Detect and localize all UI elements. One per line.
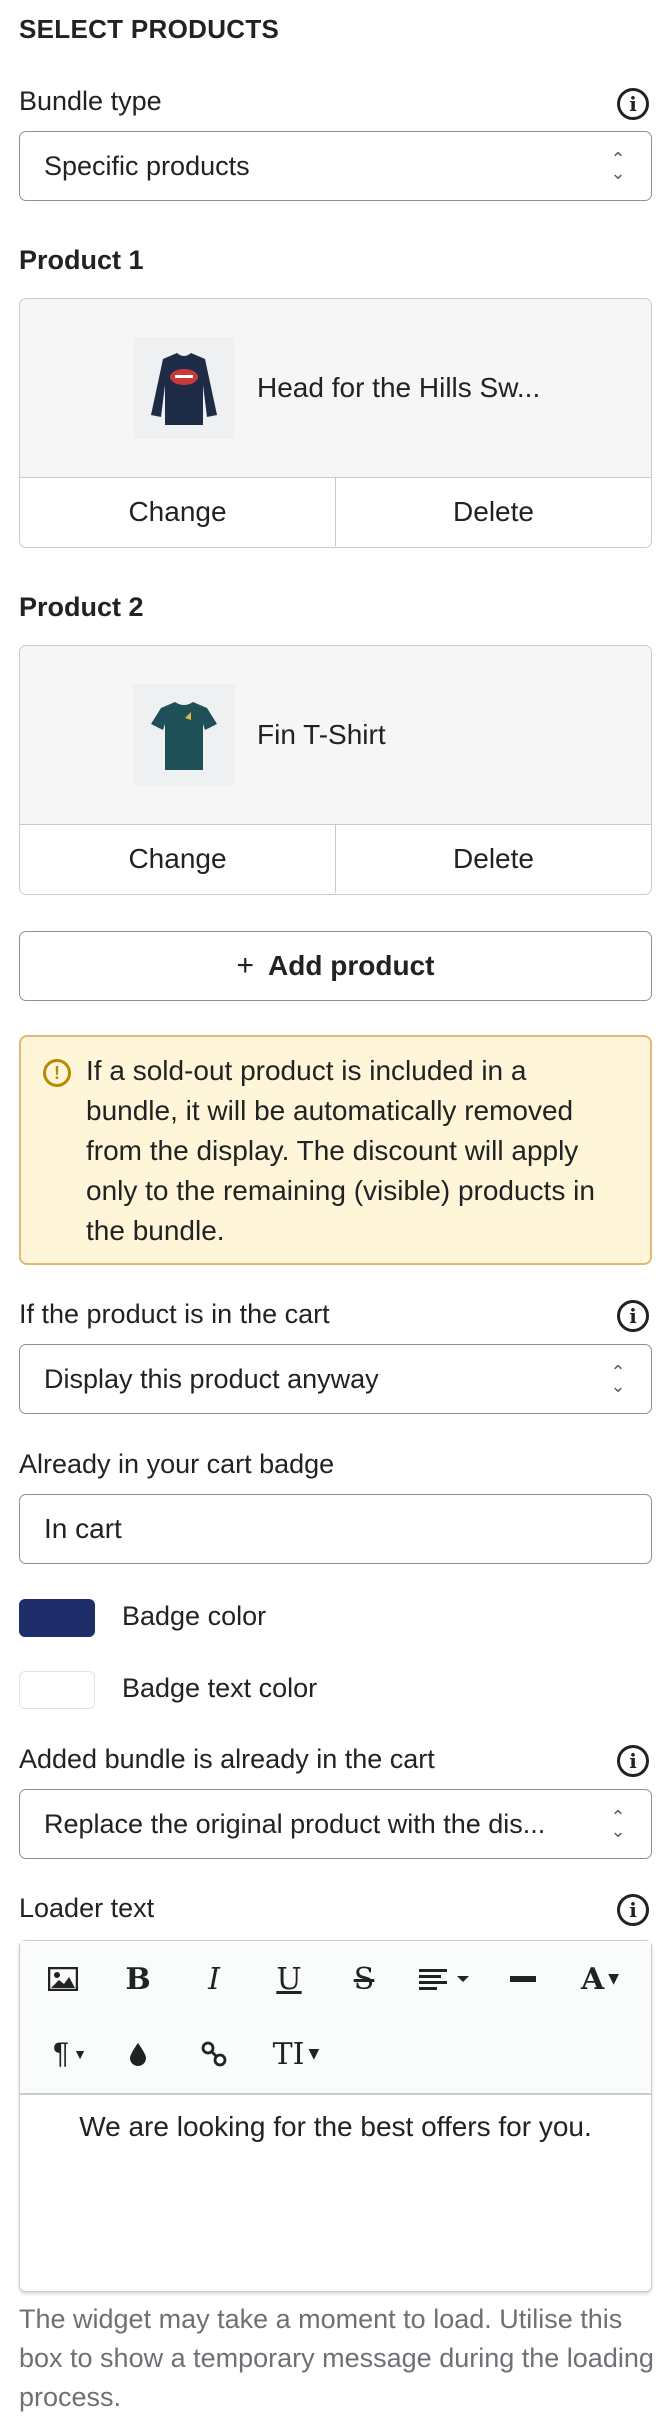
bundle-type-value: Specific products (44, 150, 250, 181)
badge-text-color-label: Badge text color (122, 1673, 318, 1703)
add-product-button[interactable]: + Add product (19, 931, 652, 1001)
select-chevron-icon: ⌃ ⌄ (610, 149, 626, 183)
tshirt-thumbnail-icon (133, 684, 235, 786)
editor-toolbar: B I U S A ▼ ¶ ▼ TI ▼ (20, 1941, 651, 2095)
product-1-name: Head for the Hills Sw... (257, 372, 541, 403)
loader-text-editor: B I U S A ▼ ¶ ▼ TI ▼ We are looking for the… (19, 1940, 652, 2292)
badge-label: Already in your cart badge (19, 1449, 335, 1479)
italic-icon[interactable]: I (191, 1956, 237, 2002)
horizontal-rule-icon[interactable] (500, 1956, 546, 2002)
bundle-type-label: Bundle type (19, 86, 162, 116)
image-icon[interactable] (40, 1956, 86, 2002)
badge-text-input[interactable]: In cart (19, 1494, 652, 1564)
link-icon[interactable] (191, 2031, 237, 2077)
info-icon[interactable]: i (617, 88, 649, 120)
product-1-delete-button[interactable]: Delete (335, 478, 651, 546)
warning-icon: ! (43, 1059, 71, 1087)
added-bundle-value: Replace the original product with the di… (44, 1808, 546, 1839)
info-icon[interactable]: i (617, 1300, 649, 1332)
info-icon[interactable]: i (617, 1745, 649, 1777)
in-cart-value: Display this product anyway (44, 1363, 379, 1394)
product-2-card: Fin T-Shirt Change Delete (19, 645, 652, 895)
paragraph-icon[interactable]: ¶ ▼ (40, 2031, 100, 2077)
badge-text-color-swatch[interactable] (19, 1671, 95, 1709)
select-chevron-icon: ⌃ ⌄ (610, 1362, 626, 1396)
in-cart-select[interactable]: Display this product anyway ⌃ ⌄ (19, 1344, 652, 1414)
bundle-type-select[interactable]: Specific products ⌃ ⌄ (19, 131, 652, 201)
add-product-label: Add product (268, 950, 435, 981)
loader-help-text: The widget may take a moment to load. Ut… (19, 2304, 654, 2412)
badge-text-value: In cart (44, 1513, 122, 1544)
section-title: SELECT PRODUCTS (19, 14, 280, 44)
warning-text: If a sold-out product is included in a b… (86, 1055, 595, 1246)
product-1-change-button[interactable]: Change (20, 478, 335, 546)
select-chevron-icon: ⌃ ⌄ (610, 1807, 626, 1841)
sweatshirt-thumbnail-icon (133, 337, 235, 439)
badge-color-label: Badge color (122, 1601, 267, 1631)
product-1-card: Head for the Hills Sw... Change Delete (19, 298, 652, 548)
bold-icon[interactable]: B (115, 1956, 161, 2002)
product-2-name: Fin T-Shirt (257, 719, 386, 750)
font-color-icon[interactable]: A ▼ (570, 1956, 630, 2002)
strikethrough-icon[interactable]: S (341, 1956, 387, 2002)
added-bundle-select[interactable]: Replace the original product with the di… (19, 1789, 652, 1859)
ink-drop-icon[interactable] (115, 2031, 161, 2077)
product-2-change-button[interactable]: Change (20, 825, 335, 893)
loader-text-label: Loader text (19, 1893, 155, 1923)
product-2-delete-button[interactable]: Delete (335, 825, 651, 893)
editor-content[interactable]: We are looking for the best offers for y… (20, 2095, 651, 2159)
info-icon[interactable]: i (617, 1894, 649, 1926)
added-bundle-label: Added bundle is already in the cart (19, 1744, 435, 1774)
text-size-icon[interactable]: TI ▼ (266, 2031, 326, 2077)
underline-icon[interactable]: U (266, 1956, 312, 2002)
product-1-heading: Product 1 (19, 245, 144, 275)
product-2-heading: Product 2 (19, 592, 144, 622)
app-panel: SELECT PRODUCTS Bundle type i Specific p… (0, 0, 670, 2430)
badge-color-swatch[interactable] (19, 1599, 95, 1637)
sold-out-warning-banner: ! If a sold-out product is included in a… (19, 1035, 652, 1265)
in-cart-label: If the product is in the cart (19, 1299, 330, 1329)
plus-icon: + (236, 949, 255, 982)
align-icon[interactable] (416, 1956, 476, 2002)
